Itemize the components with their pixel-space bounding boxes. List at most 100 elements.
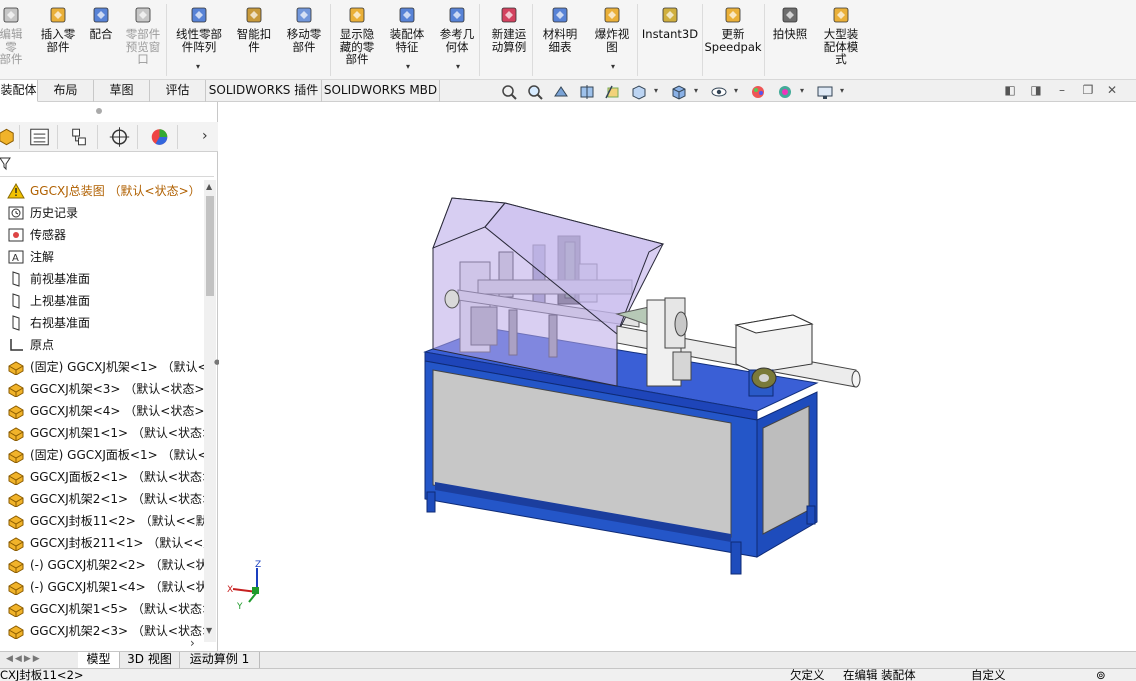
tab-layout[interactable]: 布局 — [38, 80, 94, 102]
tree-scrollbar[interactable]: ▲ ▼ — [204, 180, 216, 642]
tab-motion-study[interactable]: 运动算例 1 — [180, 652, 260, 668]
edit-part-icon — [3, 7, 19, 23]
tree-item[interactable]: (-) GGCXJ机架1<4> （默认<状态 — [0, 576, 204, 598]
tree-item[interactable]: 前视基准面 — [0, 268, 204, 290]
tree-item[interactable]: GGCXJ机架<3> （默认<状态>） — [0, 378, 204, 400]
move-component-icon — [296, 7, 312, 23]
hide-show-items-icon[interactable] — [710, 84, 728, 100]
ribbon-button-label: 插入零 部件 — [40, 27, 76, 54]
move-component-button[interactable]: 移动零 部件 — [280, 4, 328, 53]
configuration-manager-tab-icon[interactable] — [62, 125, 98, 149]
dropdown-caret-icon[interactable]: ▾ — [611, 62, 615, 71]
tab-evaluate[interactable]: 评估 — [150, 80, 206, 102]
tab-sketch[interactable]: 草图 — [94, 80, 150, 102]
linear-pattern-button[interactable]: 线性零部 件阵列 — [170, 4, 228, 53]
tab-solidworks-addins[interactable]: SOLIDWORKS 插件 — [206, 80, 322, 102]
edit-part-button[interactable]: 编辑零 部件 — [0, 4, 26, 66]
tree-item[interactable]: GGCXJ机架<4> （默认<状态>） — [0, 400, 204, 422]
snapshot-icon — [782, 7, 798, 23]
tree-filter-box[interactable] — [0, 153, 214, 177]
tree-item[interactable]: 历史记录 — [0, 202, 204, 224]
scroll-down-icon[interactable]: ▼ — [206, 626, 212, 635]
display-style-icon[interactable] — [670, 84, 688, 100]
tree-item[interactable]: (固定) GGCXJ面板<1> （默认<状 — [0, 444, 204, 466]
close-icon[interactable]: ✕ — [1104, 83, 1120, 99]
scrollbar-thumb[interactable] — [206, 196, 214, 296]
part-icon — [8, 449, 24, 463]
motion-study-button[interactable]: 新建运 动算例 — [484, 4, 534, 53]
tree-item-label: 传感器 — [30, 228, 67, 242]
smart-fasteners-button[interactable]: 智能扣 件 — [232, 4, 276, 53]
tree-item[interactable]: GGCXJ面板2<1> （默认<状态>） — [0, 466, 204, 488]
tab-assembly[interactable]: 装配体 — [0, 80, 38, 102]
ribbon-button-label: 智能扣 件 — [236, 27, 272, 54]
tab-3d-views[interactable]: 3D 视图 — [120, 652, 180, 668]
tree-item-label: 右视基准面 — [30, 316, 91, 330]
display-manager-tab-icon[interactable] — [142, 125, 178, 149]
tree-item[interactable]: 上视基准面 — [0, 290, 204, 312]
tree-item[interactable]: 传感器 — [0, 224, 204, 246]
section-view-icon[interactable] — [578, 84, 596, 100]
tree-item[interactable]: 右视基准面 — [0, 312, 204, 334]
tree-root-assembly[interactable]: GGCXJ总装图 （默认<状态>） — [0, 180, 204, 202]
ribbon-button-label: 材料明 细表 — [542, 27, 578, 54]
apply-scene-icon[interactable] — [776, 84, 794, 100]
show-hidden-button[interactable]: 显示隐 藏的零 部件 — [334, 4, 380, 66]
snapshot-button[interactable]: 拍快照 — [768, 4, 812, 41]
expand-right-icon[interactable]: › — [190, 636, 195, 650]
edit-appearance-icon[interactable] — [750, 84, 768, 100]
exploded-view-button[interactable]: 爆炸视 图 — [590, 4, 634, 53]
zoom-area-icon[interactable] — [526, 84, 544, 100]
speedpak-button[interactable]: 更新 Speedpak — [704, 4, 762, 53]
tree-item[interactable]: 原点 — [0, 334, 204, 356]
help-icon[interactable]: ⊚ — [1096, 669, 1106, 681]
dynamic-annotation-icon[interactable] — [604, 84, 622, 100]
zoom-to-fit-icon[interactable] — [500, 84, 518, 100]
large-assembly-button[interactable]: 大型装 配体模 式 — [818, 4, 864, 66]
dropdown-caret-icon[interactable]: ▾ — [456, 62, 460, 71]
plane-icon — [12, 271, 20, 287]
tree-item[interactable]: GGCXJ机架2<1> （默认<状态>） — [0, 488, 204, 510]
part-icon — [8, 383, 24, 397]
view-orientation-icon[interactable] — [630, 84, 648, 100]
tree-item[interactable]: GGCXJ机架1<5> （默认<状态>） — [0, 598, 204, 620]
tree-item-label: GGCXJ机架2<1> （默认<状态>） — [30, 492, 204, 506]
tab-navigation-arrows-icon[interactable]: ◀◀▶▶ — [6, 654, 42, 664]
tree-item[interactable]: GGCXJ机架2<3> （默认<状态>） — [0, 620, 204, 640]
tree-item[interactable]: GGCXJ封板11<2> （默认<<默认 — [0, 510, 204, 532]
bom-button[interactable]: 材料明 细表 — [536, 4, 584, 53]
reference-geometry-button[interactable]: 参考几 何体 — [434, 4, 480, 53]
tree-item[interactable]: GGCXJ机架1<1> （默认<状态>） — [0, 422, 204, 444]
insert-component-button[interactable]: 插入零 部件 — [36, 4, 80, 53]
property-manager-tab-icon[interactable] — [22, 125, 58, 149]
chevron-right-icon[interactable]: › — [202, 128, 208, 144]
speedpak-icon — [725, 7, 741, 23]
restore-icon[interactable]: ❐ — [1080, 83, 1096, 99]
tile-right-icon[interactable]: ◨ — [1028, 83, 1044, 99]
dropdown-caret-icon[interactable]: ▾ — [406, 62, 410, 71]
feature-tree-tab-icon[interactable] — [0, 125, 20, 149]
tree-item[interactable]: GGCXJ封板211<1> （默认<<默 — [0, 532, 204, 554]
graphics-viewport[interactable]: Z X Y — [219, 102, 1136, 651]
dropdown-caret-icon[interactable]: ▾ — [196, 62, 200, 71]
tree-item[interactable]: (固定) GGCXJ机架<1> （默认<状 — [0, 356, 204, 378]
status-units[interactable]: 自定义 — [971, 669, 1006, 681]
scroll-up-icon[interactable]: ▲ — [206, 182, 212, 191]
tab-solidworks-mbd[interactable]: SOLIDWORKS MBD — [322, 80, 440, 102]
dimxpert-tab-icon[interactable] — [102, 125, 138, 149]
tree-item-label: (固定) GGCXJ面板<1> （默认<状 — [30, 448, 204, 462]
tile-left-icon[interactable]: ◧ — [1002, 83, 1018, 99]
instant3d-button[interactable]: Instant3D — [640, 4, 700, 41]
tree-item[interactable]: (-) GGCXJ机架2<2> （默认<状态 — [0, 554, 204, 576]
previous-view-icon[interactable] — [552, 84, 570, 100]
minimize-icon[interactable]: – — [1054, 83, 1070, 99]
component-preview-button[interactable]: 零部件 预览窗 口 — [118, 4, 168, 66]
tab-model[interactable]: 模型 — [78, 652, 120, 668]
tree-item[interactable]: A 注解 — [0, 246, 204, 268]
view-settings-icon[interactable] — [816, 84, 834, 100]
panel-grip-icon[interactable] — [96, 108, 102, 114]
tree-item-label: GGCXJ封板211<1> （默认<<默 — [30, 536, 204, 550]
ribbon-button-label: 装配体 特征 — [389, 27, 425, 54]
assembly-features-button[interactable]: 装配体 特征 — [384, 4, 430, 53]
mate-button[interactable]: 配合 — [84, 4, 118, 41]
